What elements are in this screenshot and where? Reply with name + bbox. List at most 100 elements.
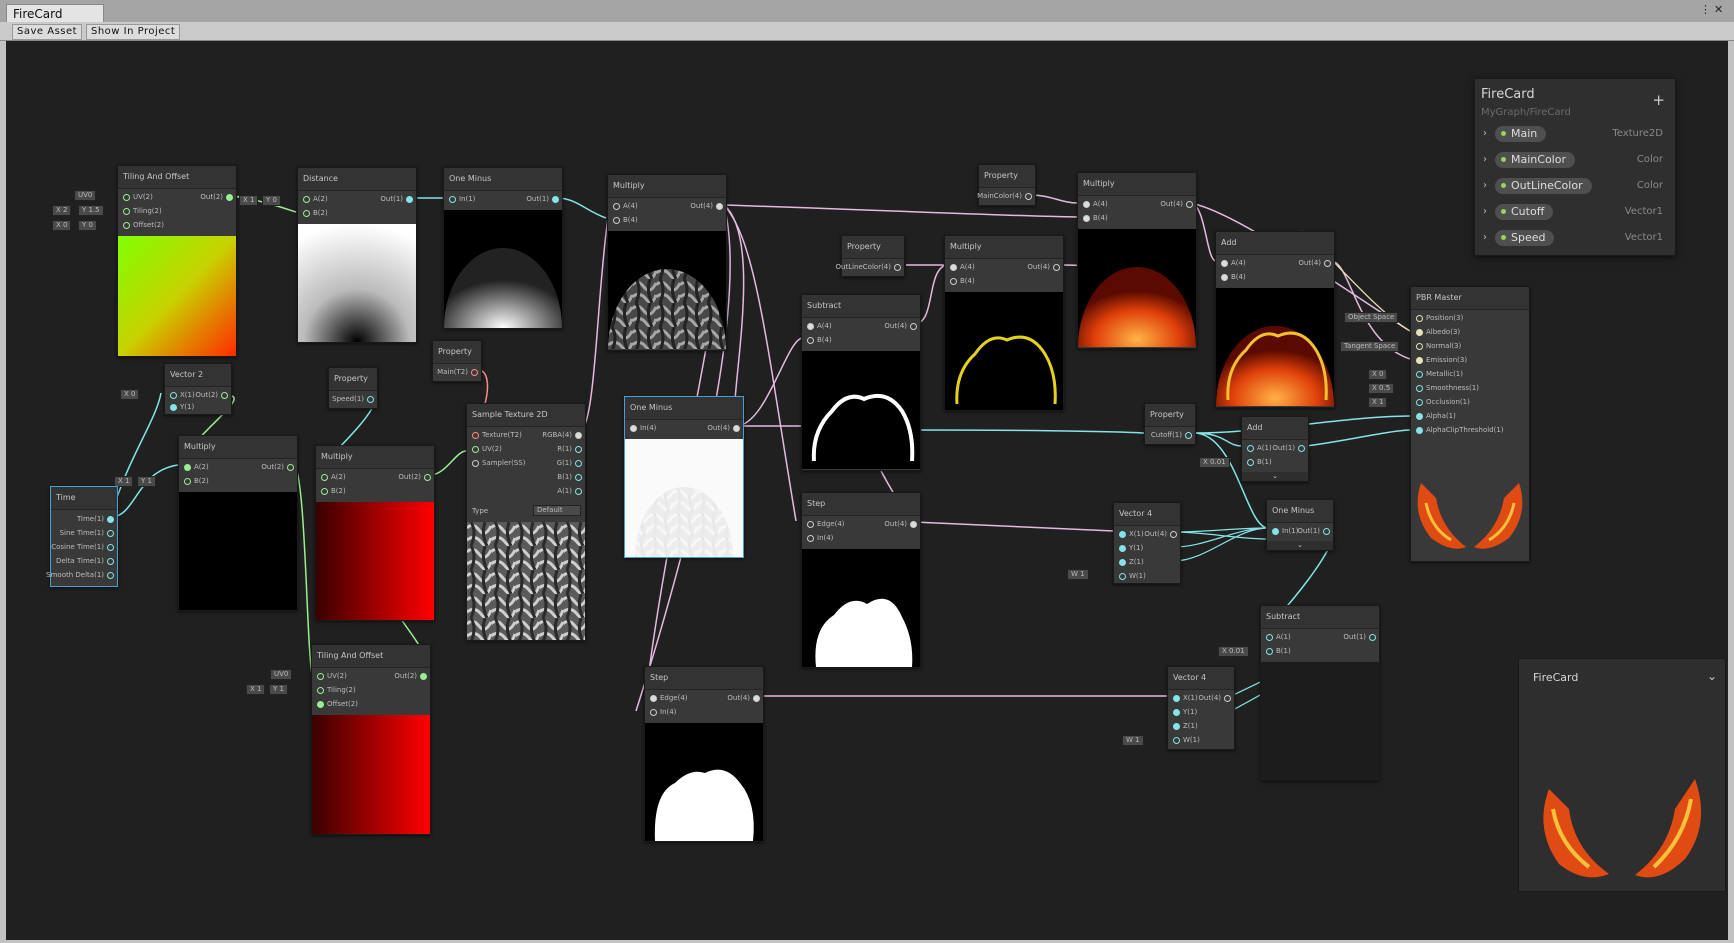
port-y[interactable]: Y(1) [1170, 707, 1197, 717]
distance-b-x-field[interactable]: X 1 [239, 195, 259, 206]
node-multiply-red[interactable]: Multiply A(2) B(2) Out(2) [315, 445, 435, 621]
port-b[interactable]: B(4) [1218, 272, 1246, 282]
port-out[interactable]: Out(1) [1297, 526, 1333, 536]
port-out[interactable]: Out(4) [1298, 258, 1334, 268]
port-a[interactable]: A(4) [1080, 199, 1108, 209]
node-multiply-time[interactable]: Multiply A(2) B(2) Out(2) [178, 435, 298, 611]
node-step-1[interactable]: Step Edge(4) In(4) Out(4) [644, 666, 764, 842]
position-space-dropdown[interactable]: Object Space [1344, 312, 1399, 323]
port-a[interactable]: A(1) [1263, 632, 1291, 642]
occlusion-field[interactable]: X 1 [1368, 397, 1388, 408]
node-multiply-outline[interactable]: Multiply A(4) B(4) Out(4) [944, 235, 1064, 411]
port-y[interactable]: Y(1) [167, 402, 194, 412]
offset-y-field[interactable]: Y 0 [78, 220, 97, 231]
port-smooth-delta[interactable]: Smooth Delta(1) [46, 570, 117, 580]
node-multiply-main[interactable]: Multiply A(4) B(4) Out(4) [1077, 172, 1197, 349]
node-one-minus-3[interactable]: One Minus In(1) Out(1) ⌄ [1266, 499, 1334, 551]
port-edge[interactable]: Edge(4) [647, 693, 688, 703]
w-field[interactable]: W 1 [1067, 569, 1089, 580]
port-in[interactable]: In(4) [804, 533, 833, 543]
port-uv[interactable]: UV(2) [469, 444, 502, 454]
window-tab[interactable]: FireCard [6, 4, 104, 22]
port-in[interactable]: In(1) [1269, 526, 1298, 536]
port-cutoff[interactable]: Cutoff(1) [1151, 430, 1195, 440]
node-tiling-and-offset-2[interactable]: Tiling And Offset UV(2) Tiling(2) Offset… [311, 644, 431, 835]
metallic-field[interactable]: X 0 [1368, 369, 1388, 380]
port-time[interactable]: Time(1) [77, 514, 117, 524]
w-field[interactable]: W 1 [1122, 735, 1144, 746]
port-out[interactable]: Out(4) [884, 321, 920, 331]
port-out[interactable]: Out(1) [380, 194, 416, 204]
port-out[interactable]: Out(2) [398, 472, 434, 482]
port-out[interactable]: Out(4) [707, 423, 743, 433]
node-pbr-master[interactable]: PBR Master Position(3) Albedo(3) Normal(… [1410, 286, 1530, 562]
port-out[interactable]: Out(2) [394, 671, 430, 681]
chevron-right-icon[interactable]: › [1483, 154, 1487, 165]
node-add-1[interactable]: Add A(4) B(4) Out(4) [1215, 231, 1335, 408]
node-property-speed[interactable]: Property Speed(1) [328, 367, 378, 409]
port-out[interactable]: Out(4) [1160, 199, 1196, 209]
port-a[interactable]: A(2) [181, 462, 209, 472]
node-sample-texture-2d[interactable]: Sample Texture 2D Texture(T2) UV(2) Samp… [466, 403, 586, 641]
property-name[interactable]: Cutoff [1495, 204, 1554, 220]
node-property-main[interactable]: Property Main(T2) [432, 340, 482, 382]
port-x[interactable]: X(1) [1116, 529, 1144, 539]
blackboard-item-maincolor[interactable]: › MainColor Color [1475, 149, 1675, 175]
port-delta-time[interactable]: Delta Time(1) [56, 556, 117, 566]
port-main[interactable]: Main(T2) [437, 367, 481, 377]
port-occlusion[interactable]: Occlusion(1) [1413, 397, 1470, 407]
port-outlinecolor[interactable]: OutLineColor(4) [836, 262, 904, 272]
port-out[interactable]: Out(4) [1027, 262, 1063, 272]
main-preview-panel[interactable]: FireCard ⌄ [1518, 658, 1726, 892]
port-out[interactable]: Out(4) [1144, 529, 1180, 539]
node-step-2[interactable]: Step Edge(4) In(4) Out(4) [801, 492, 921, 668]
port-cosine-time[interactable]: Cosine Time(1) [51, 542, 117, 552]
port-a[interactable]: A(1) [557, 486, 585, 496]
tiling-x-field[interactable]: X 1 [246, 684, 266, 695]
expand-preview-icon[interactable]: ⌄ [1242, 472, 1308, 481]
node-vector-4-b[interactable]: Vector 4 X(1) Y(1) Z(1) W(1) Out(4) [1167, 666, 1235, 750]
node-add-2[interactable]: Add A(1) B(1) Out(1) ⌄ [1241, 416, 1309, 482]
save-asset-button[interactable]: Save Asset [12, 24, 83, 40]
blackboard-item-main[interactable]: › Main Texture2D [1475, 123, 1675, 149]
uv-channel-field[interactable]: UV0 [74, 190, 97, 201]
blackboard-item-outlinecolor[interactable]: › OutLineColor Color [1475, 175, 1675, 201]
uv-channel-field[interactable]: UV0 [270, 669, 293, 680]
blackboard-panel[interactable]: FireCard MyGraph/FireCard + › Main Textu… [1474, 78, 1676, 256]
port-rgba[interactable]: RGBA(4) [542, 430, 585, 440]
smoothness-field[interactable]: X 0.5 [1368, 383, 1395, 394]
port-out[interactable]: Out(2) [261, 462, 297, 472]
port-y[interactable]: Y(1) [1116, 543, 1143, 553]
distance-b-y-field[interactable]: Y 0 [262, 195, 281, 206]
port-smoothness[interactable]: Smoothness(1) [1413, 383, 1479, 393]
node-one-minus-2[interactable]: One Minus In(4) Out(4) ⌃ [624, 396, 744, 558]
expand-preview-icon[interactable]: ⌄ [1267, 541, 1333, 550]
port-b[interactable]: B(4) [947, 276, 975, 286]
port-tiling[interactable]: Tiling(2) [314, 685, 356, 695]
port-tiling[interactable]: Tiling(2) [120, 206, 162, 216]
node-one-minus-1[interactable]: One Minus In(1) Out(1) [443, 167, 563, 329]
port-a[interactable]: A(4) [804, 321, 832, 331]
port-x[interactable]: X(1) [167, 390, 195, 400]
port-x[interactable]: X(1) [1170, 693, 1198, 703]
normal-space-dropdown[interactable]: Tangent Space [1340, 341, 1400, 352]
property-name[interactable]: Speed [1495, 230, 1555, 246]
port-alpha-clip[interactable]: AlphaClipThreshold(1) [1413, 425, 1504, 435]
add-property-icon[interactable]: + [1652, 91, 1665, 109]
node-property-cutoff[interactable]: Property Cutoff(1) [1144, 403, 1196, 445]
port-offset[interactable]: Offset(2) [314, 699, 358, 709]
chevron-right-icon[interactable]: › [1483, 232, 1487, 243]
port-w[interactable]: W(1) [1116, 571, 1146, 581]
port-a[interactable]: A(2) [318, 472, 346, 482]
tiling-y-field[interactable]: Y 1.5 [78, 205, 104, 216]
port-out[interactable]: Out(4) [690, 201, 726, 211]
port-albedo[interactable]: Albedo(3) [1413, 327, 1460, 337]
port-edge[interactable]: Edge(4) [804, 519, 845, 529]
port-a[interactable]: A(1) [1244, 443, 1272, 453]
port-out[interactable]: Out(4) [1198, 693, 1234, 703]
port-g[interactable]: G(1) [557, 458, 585, 468]
node-time[interactable]: Time Time(1) Sine Time(1) Cosine Time(1)… [46, 486, 118, 587]
tiling-x-field[interactable]: X 2 [52, 205, 72, 216]
type-dropdown[interactable]: Default [533, 505, 581, 516]
port-out[interactable]: Out(4) [727, 693, 763, 703]
